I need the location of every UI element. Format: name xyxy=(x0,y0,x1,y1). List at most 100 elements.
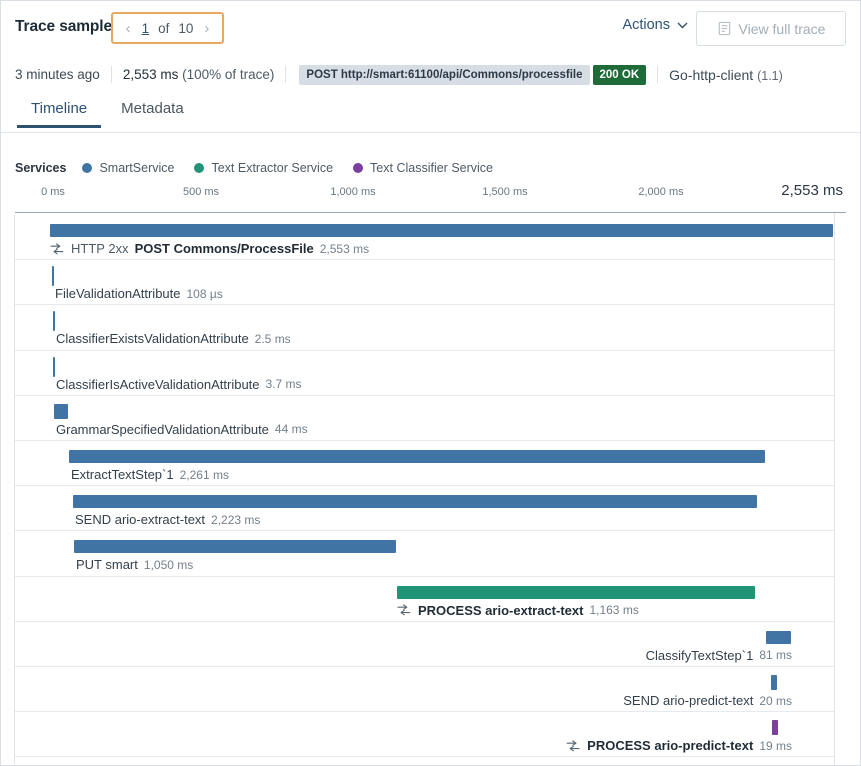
span-label[interactable]: HTTP 2xx POST Commons/ProcessFile 2,553 ms xyxy=(50,241,369,256)
span-label[interactable]: SEND ario-extract-text 2,223 ms xyxy=(75,512,260,527)
tab-metadata[interactable]: Metadata xyxy=(107,94,198,128)
waterfall-row[interactable]: PROCESS ario-extract-text1,163 ms xyxy=(15,577,834,622)
tab-timeline-label: Timeline xyxy=(31,100,87,117)
axis-tick: 0 ms xyxy=(41,186,65,198)
waterfall-row[interactable]: ClassifierExistsValidationAttribute 2.5 m… xyxy=(15,305,834,350)
span-bar[interactable] xyxy=(73,495,757,508)
span-name: ClassifierIsActiveValidationAttribute xyxy=(56,377,260,392)
span-bar[interactable] xyxy=(74,540,396,553)
span-label[interactable]: ExtractTextStep`1 2,261 ms xyxy=(71,467,229,482)
waterfall-row[interactable]: ClassifierIsActiveValidationAttribute3.7… xyxy=(15,351,834,396)
pager-of-label: of xyxy=(156,21,171,36)
axis-tick: 2,000 ms xyxy=(638,186,683,198)
actions-label: Actions xyxy=(622,17,670,33)
span-label[interactable]: PROCESS ario-predict-text19 ms xyxy=(566,738,792,753)
client-info: Go-http-client (1.1) xyxy=(669,67,783,83)
span-bar[interactable] xyxy=(50,224,833,237)
span-label[interactable]: ClassifyTextStep`181 ms xyxy=(646,648,792,663)
span-name: SEND ario-predict-text xyxy=(623,693,753,708)
span-bar[interactable] xyxy=(53,357,55,377)
legend-dot-icon xyxy=(82,163,92,173)
chevron-right-icon[interactable]: › xyxy=(200,21,213,36)
divider xyxy=(111,66,112,83)
axis-tick: 1,000 ms xyxy=(330,186,375,198)
waterfall-row[interactable]: GrammarSpecifiedValidationAttribute 44 ms xyxy=(15,396,834,441)
span-link-icon xyxy=(50,243,64,255)
divider xyxy=(657,66,658,83)
span-link-icon xyxy=(397,604,411,616)
pager-current-page[interactable]: 1 xyxy=(139,21,153,36)
span-name: ClassifyTextStep`1 xyxy=(646,648,754,663)
span-duration: 1,163 ms xyxy=(589,603,638,617)
span-label[interactable]: PROCESS ario-extract-text1,163 ms xyxy=(397,603,639,618)
pager-total-pages: 10 xyxy=(175,21,196,36)
time-axis-rule xyxy=(15,212,846,213)
span-label[interactable]: GrammarSpecifiedValidationAttribute 44 ms xyxy=(56,422,308,437)
span-name: GrammarSpecifiedValidationAttribute xyxy=(56,422,269,437)
span-bar[interactable] xyxy=(772,720,778,735)
span-bar[interactable] xyxy=(54,404,68,419)
span-bar[interactable] xyxy=(69,450,765,463)
waterfall-row[interactable]: FileValidationAttribute108 µs xyxy=(15,260,834,305)
waterfall-row[interactable]: ClassifyTextStep`181 ms xyxy=(15,622,834,667)
span-name: SEND ario-extract-text xyxy=(75,512,205,527)
client-version: (1.1) xyxy=(757,69,783,83)
actions-dropdown[interactable]: Actions xyxy=(622,17,688,33)
panel-header: Trace sample ‹ 1 of 10 › Actions View fu… xyxy=(1,1,860,56)
span-label[interactable]: FileValidationAttribute108 µs xyxy=(55,286,223,301)
client-name: Go-http-client xyxy=(669,67,753,83)
tab-divider xyxy=(1,132,860,133)
span-duration: 44 ms xyxy=(275,422,308,436)
span-duration: 2.5 ms xyxy=(255,332,291,346)
trace-waterfall: HTTP 2xx POST Commons/ProcessFile 2,553 ms… xyxy=(1,215,860,765)
span-duration: 2,261 ms xyxy=(180,468,229,482)
span-label[interactable]: SEND ario-predict-text 20 ms xyxy=(623,693,792,708)
legend-label: Text Classifier Service xyxy=(370,161,493,175)
span-bar[interactable] xyxy=(397,586,755,599)
waterfall-row[interactable]: PROCESS ario-predict-text19 ms xyxy=(15,712,834,757)
legend-label: SmartService xyxy=(99,161,174,175)
span-duration: 1,050 ms xyxy=(144,558,193,572)
legend-item-smartservice: SmartService xyxy=(82,161,174,175)
chevron-down-icon xyxy=(677,22,688,29)
span-name: PROCESS ario-predict-text xyxy=(587,738,753,753)
tab-bar: Timeline Metadata xyxy=(1,94,860,132)
waterfall-row[interactable]: ExtractTextStep`1 2,261 ms xyxy=(15,441,834,486)
chevron-left-icon[interactable]: ‹ xyxy=(122,21,135,36)
waterfall-row[interactable]: SEND ario-extract-text 2,223 ms xyxy=(15,486,834,531)
view-full-trace-button[interactable]: View full trace xyxy=(696,11,846,46)
trace-sample-pager[interactable]: ‹ 1 of 10 › xyxy=(111,12,224,44)
trace-sample-panel: Trace sample ‹ 1 of 10 › Actions View fu… xyxy=(0,0,861,766)
span-label[interactable]: PUT smart1,050 ms xyxy=(76,557,193,572)
page-title: Trace sample xyxy=(15,18,112,36)
services-legend: Services SmartService Text Extractor Ser… xyxy=(15,161,513,175)
trace-summary-bar: 3 minutes ago 2,553 ms (100% of trace) P… xyxy=(1,58,860,91)
span-name: ClassifierExistsValidationAttribute xyxy=(56,331,249,346)
tab-metadata-label: Metadata xyxy=(121,100,184,117)
span-duration: 20 ms xyxy=(759,694,792,708)
span-bar[interactable] xyxy=(52,266,54,286)
services-legend-title: Services xyxy=(15,161,66,175)
status-badge: 200 OK xyxy=(593,65,647,85)
span-name: FileValidationAttribute xyxy=(55,286,181,301)
divider xyxy=(285,66,286,83)
span-name: ExtractTextStep`1 xyxy=(71,467,174,482)
span-duration: 2,223 ms xyxy=(211,513,260,527)
waterfall-row[interactable]: HTTP 2xx POST Commons/ProcessFile 2,553 ms xyxy=(15,215,834,260)
span-prefix: HTTP 2xx xyxy=(71,241,129,256)
axis-total-duration: 2,553 ms xyxy=(781,182,843,199)
legend-label: Text Extractor Service xyxy=(211,161,333,175)
waterfall-row[interactable]: SEND ario-predict-text 20 ms xyxy=(15,667,834,712)
span-bar[interactable] xyxy=(766,631,791,644)
trace-duration-value: 2,553 ms xyxy=(123,67,179,82)
span-bar[interactable] xyxy=(53,311,55,331)
span-name: POST Commons/ProcessFile xyxy=(135,241,314,256)
span-bar[interactable] xyxy=(771,675,777,690)
waterfall-row[interactable]: PUT smart1,050 ms xyxy=(15,531,834,576)
span-label[interactable]: ClassifierExistsValidationAttribute 2.5 m… xyxy=(56,331,291,346)
tab-timeline[interactable]: Timeline xyxy=(17,94,101,128)
span-label[interactable]: ClassifierIsActiveValidationAttribute3.7… xyxy=(56,377,302,392)
span-duration: 2,553 ms xyxy=(320,242,369,256)
trace-timestamp: 3 minutes ago xyxy=(15,67,100,82)
time-axis: 0 ms500 ms1,000 ms1,500 ms2,000 ms2,553 … xyxy=(1,186,860,208)
